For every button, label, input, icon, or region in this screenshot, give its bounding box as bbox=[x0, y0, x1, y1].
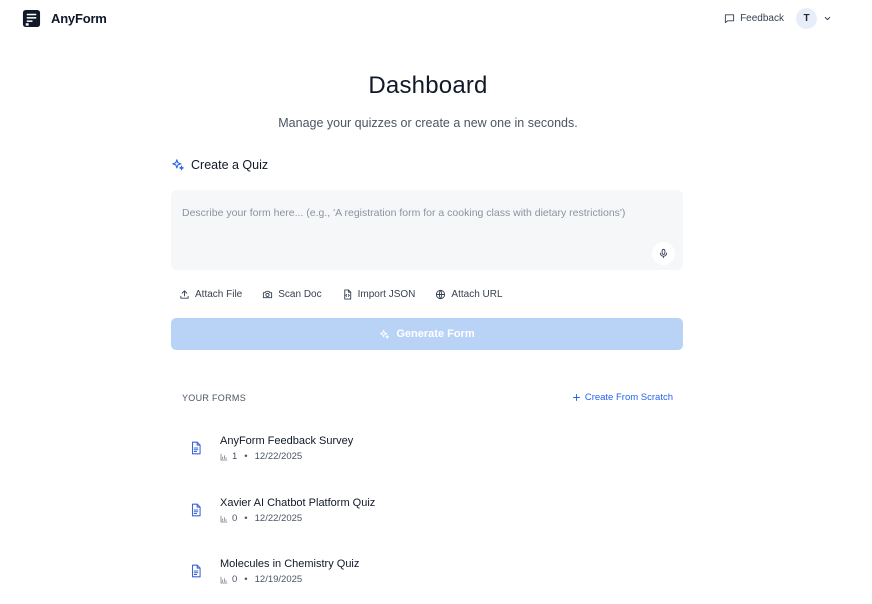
import-json-label: Import JSON bbox=[357, 289, 416, 300]
meta-separator: • bbox=[244, 451, 248, 462]
attach-actions: Attach File Scan Doc Import JSON Attach … bbox=[179, 289, 503, 300]
globe-icon bbox=[436, 289, 446, 300]
avatar: T bbox=[796, 8, 817, 29]
form-meta: 1 • 12/22/2025 bbox=[220, 451, 302, 462]
prompt-box bbox=[171, 190, 683, 270]
page-title: Dashboard bbox=[368, 72, 488, 99]
form-meta: 0 • 12/19/2025 bbox=[220, 574, 302, 585]
attach-file-button[interactable]: Attach File bbox=[179, 289, 242, 300]
form-title: AnyForm Feedback Survey bbox=[220, 435, 354, 447]
create-from-scratch-label: Create From Scratch bbox=[584, 392, 673, 403]
upload-icon bbox=[180, 290, 189, 299]
attach-url-button[interactable]: Attach URL bbox=[435, 289, 503, 300]
form-description-input[interactable] bbox=[182, 203, 652, 223]
file-text-icon bbox=[191, 503, 201, 517]
anyform-logo-icon bbox=[22, 9, 41, 28]
account-menu[interactable]: T bbox=[796, 8, 832, 29]
generate-form-button[interactable]: Generate Form bbox=[171, 318, 683, 350]
feedback-button[interactable]: Feedback bbox=[724, 13, 784, 24]
camera-icon bbox=[263, 290, 273, 299]
form-date: 12/22/2025 bbox=[254, 451, 303, 462]
sparkles-icon bbox=[380, 329, 390, 339]
your-forms-label: YOUR FORMS bbox=[182, 393, 247, 403]
bar-chart-icon bbox=[220, 515, 228, 522]
microphone-icon bbox=[659, 248, 668, 259]
create-quiz-heading: Create a Quiz bbox=[171, 158, 268, 172]
response-count: 0 bbox=[232, 513, 238, 524]
sparkles-icon bbox=[172, 159, 184, 171]
meta-separator: • bbox=[244, 574, 248, 585]
brand[interactable]: AnyForm bbox=[22, 9, 107, 28]
form-title: Molecules in Chemistry Quiz bbox=[220, 558, 360, 570]
form-meta: 0 • 12/22/2025 bbox=[220, 513, 302, 524]
brand-name: AnyForm bbox=[51, 11, 107, 26]
top-bar: AnyForm Feedback T bbox=[0, 0, 872, 38]
create-quiz-heading-text: Create a Quiz bbox=[191, 158, 269, 172]
form-title: Xavier AI Chatbot Platform Quiz bbox=[220, 497, 376, 509]
file-text-icon bbox=[191, 564, 201, 578]
meta-separator: • bbox=[244, 513, 248, 524]
attach-file-label: Attach File bbox=[195, 289, 243, 300]
voice-input-button[interactable] bbox=[652, 242, 675, 265]
bar-chart-icon bbox=[220, 576, 228, 583]
plus-icon bbox=[572, 394, 580, 401]
form-date: 12/22/2025 bbox=[254, 513, 303, 524]
file-text-icon bbox=[191, 441, 201, 455]
message-square-icon bbox=[724, 14, 735, 24]
import-json-button[interactable]: Import JSON bbox=[342, 289, 416, 300]
attach-url-label: Attach URL bbox=[451, 289, 503, 300]
page-subtitle: Manage your quizzes or create a new one … bbox=[278, 116, 578, 130]
create-from-scratch-button[interactable]: Create From Scratch bbox=[572, 392, 673, 403]
response-count: 1 bbox=[232, 451, 238, 462]
file-code-icon bbox=[343, 289, 351, 300]
response-count: 0 bbox=[232, 574, 238, 585]
form-list-item[interactable]: Molecules in Chemistry Quiz 0 • 12/19/20… bbox=[182, 555, 672, 599]
chevron-down-icon bbox=[823, 14, 832, 23]
generate-form-label: Generate Form bbox=[396, 328, 475, 340]
form-list-item[interactable]: Xavier AI Chatbot Platform Quiz 0 • 12/2… bbox=[182, 494, 672, 538]
scan-doc-button[interactable]: Scan Doc bbox=[262, 289, 322, 300]
form-list-item[interactable]: AnyForm Feedback Survey 1 • 12/22/2025 bbox=[182, 432, 672, 476]
scan-doc-label: Scan Doc bbox=[278, 289, 322, 300]
feedback-label: Feedback bbox=[740, 13, 784, 24]
form-date: 12/19/2025 bbox=[254, 574, 303, 585]
bar-chart-icon bbox=[220, 453, 228, 460]
